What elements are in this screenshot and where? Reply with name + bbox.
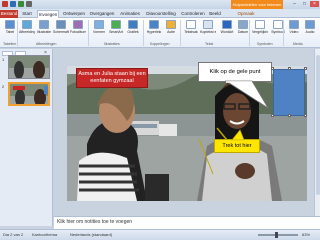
selection-handle[interactable]: [288, 67, 291, 70]
theme-name: Kantoorthema: [32, 232, 58, 237]
notes-placeholder: Klik hier om notities toe te voegen: [57, 219, 133, 225]
status-bar: Dia 2 van 2 Kantoorthema Nederlands (sta…: [0, 229, 320, 240]
slide-indicator: Dia 2 van 2: [3, 232, 24, 237]
powerpoint-window: Hulpmiddelen voor tekenen – □ × Bestand S…: [0, 0, 320, 240]
selection-handle[interactable]: [271, 67, 274, 70]
selection-handle[interactable]: [271, 114, 274, 117]
selection-handle[interactable]: [288, 114, 291, 117]
notes-pane[interactable]: Klik hier om notities toe te voegen: [54, 216, 320, 229]
selection-handle[interactable]: [304, 67, 307, 70]
selection-handle[interactable]: [304, 114, 307, 117]
zoom-slider[interactable]: [258, 234, 298, 236]
zoom-level[interactable]: 63%: [302, 232, 310, 237]
zoom-slider-knob[interactable]: [275, 232, 278, 238]
callout-pointers: [224, 80, 269, 142]
language-indicator[interactable]: Nederlands (standaard): [70, 232, 112, 237]
